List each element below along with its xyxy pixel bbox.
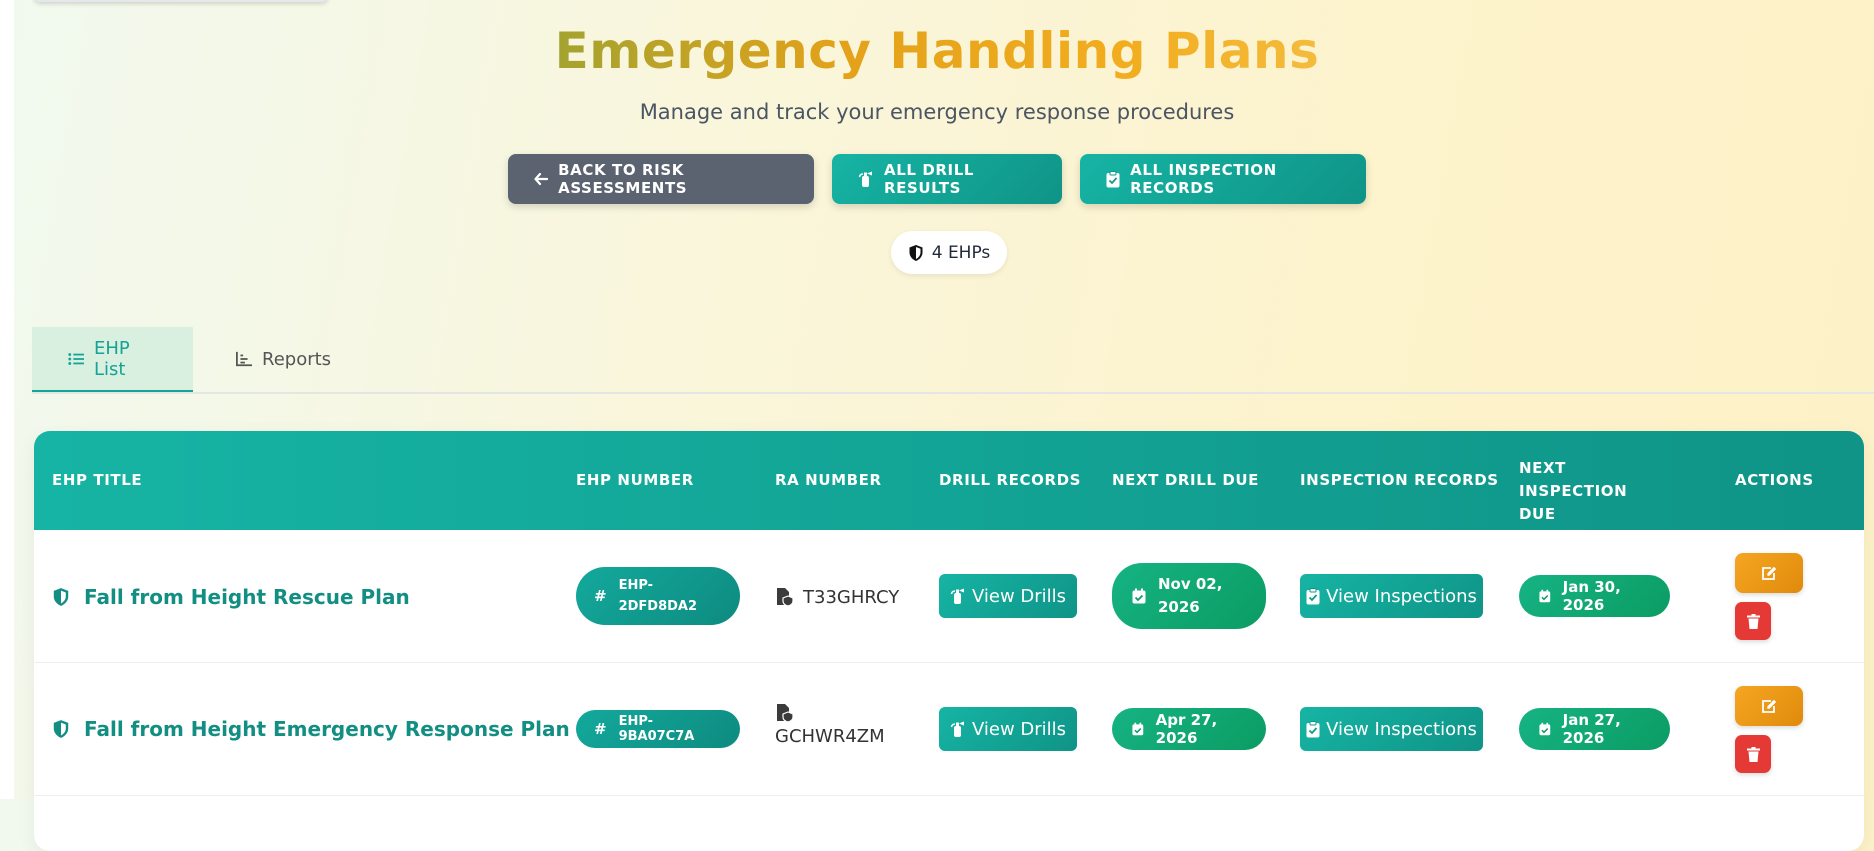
fire-extinguisher-icon (950, 588, 964, 604)
view-drills-label: View Drills (971, 585, 1067, 607)
ehp-count-text: 4 EHPs (931, 242, 991, 263)
edit-icon (1762, 699, 1777, 713)
column-header-ra-number[interactable]: RA NUMBER (775, 469, 882, 492)
edit-button[interactable] (1735, 553, 1803, 593)
delete-button[interactable] (1735, 735, 1771, 773)
drill-results-label: ALL DRILL RESULTS (884, 161, 975, 197)
view-drills-label: View Drills (971, 718, 1067, 740)
hash-icon: # (594, 720, 607, 738)
tab-reports-label: Reports (262, 348, 332, 370)
all-drill-results-button[interactable]: ALL DRILL RESULTS (832, 154, 1062, 204)
view-inspections-button[interactable]: View Inspections (1300, 574, 1483, 618)
calendar-check-icon (1132, 588, 1146, 604)
next-drill-due-badge: Apr 27, 2026 (1112, 708, 1266, 750)
column-header-next-drill-due[interactable]: NEXT DRILL DUE (1112, 469, 1259, 492)
next-drill-due-text: Nov 02, 2026 (1158, 575, 1223, 616)
list-icon (68, 351, 84, 367)
table-row: Fall from Height Emergency Response Plan… (34, 663, 1864, 796)
clipboard-check-icon (1306, 720, 1320, 737)
tab-ehp-list[interactable]: EHP List (32, 327, 193, 393)
hash-icon: # (594, 587, 607, 605)
trash-icon (1746, 746, 1760, 762)
ra-number-cell: T33GHRCY (775, 584, 899, 610)
ra-number-text: GCHWR4ZM (775, 726, 885, 747)
fire-extinguisher-icon (950, 721, 964, 737)
table-header: EHP TITLE EHP NUMBER RA NUMBER DRILL REC… (34, 431, 1864, 530)
view-tabs: EHP List Reports (32, 327, 1874, 393)
column-header-next-inspection-due[interactable]: NEXT INSPECTION DUE (1519, 457, 1669, 526)
ehp-title-text: Fall from Height Emergency Response Plan (84, 717, 570, 741)
file-shield-icon (777, 588, 794, 607)
column-header-drill-records[interactable]: DRILL RECORDS (939, 469, 1081, 492)
column-header-ehp-title[interactable]: EHP TITLE (52, 469, 142, 492)
ra-number-cell: GCHWR4ZM (775, 703, 885, 747)
next-drill-due-text: Apr 27, 2026 (1155, 711, 1218, 747)
shield-icon (53, 720, 69, 738)
clipboard-check-icon (1306, 587, 1320, 604)
table-row: Fall from Height Rescue Plan # EHP-2DFD8… (34, 530, 1864, 663)
page-subtitle: Manage and track your emergency response… (639, 100, 1235, 124)
view-drills-button[interactable]: View Drills (939, 707, 1077, 751)
ehp-title-cell[interactable]: Fall from Height Rescue Plan (52, 584, 410, 610)
column-header-ehp-number[interactable]: EHP NUMBER (576, 469, 694, 492)
next-inspection-due-text: Jan 27, 2026 (1562, 711, 1621, 747)
next-inspection-due-text: Jan 30, 2026 (1562, 578, 1621, 614)
column-header-actions: ACTIONS (1735, 471, 1814, 489)
calendar-check-icon (1132, 722, 1144, 736)
tabs-divider (32, 392, 1874, 394)
top-scroll-tab (34, 0, 328, 2)
bar-chart-icon (236, 351, 252, 367)
next-inspection-due-badge: Jan 27, 2026 (1519, 708, 1670, 750)
all-inspection-records-button[interactable]: ALL INSPECTION RECORDS (1080, 154, 1366, 204)
ehp-title-cell[interactable]: Fall from Height Emergency Response Plan (52, 716, 570, 742)
inspection-records-label: ALL INSPECTION RECORDS (1130, 161, 1277, 197)
shield-icon (53, 588, 69, 606)
fire-extinguisher-icon (858, 171, 874, 187)
calendar-check-icon (1539, 722, 1551, 736)
view-inspections-button[interactable]: View Inspections (1300, 707, 1483, 751)
shield-icon (908, 244, 924, 261)
arrow-left-icon (534, 171, 549, 187)
calendar-check-icon (1539, 589, 1551, 603)
back-button-label: BACK TO RISK ASSESSMENTS (558, 161, 688, 197)
view-inspections-label: View Inspections (1326, 585, 1477, 607)
ehp-number-badge: # EHP-2DFD8DA2 (576, 567, 740, 625)
next-inspection-due-badge: Jan 30, 2026 (1519, 575, 1670, 617)
header-button-row: BACK TO RISK ASSESSMENTS ALL DRILL RESUL… (0, 154, 1874, 204)
page-title: Emergency Handling Plans (0, 22, 1874, 80)
delete-button[interactable] (1735, 602, 1771, 640)
view-inspections-label: View Inspections (1326, 718, 1477, 740)
view-drills-button[interactable]: View Drills (939, 574, 1077, 618)
clipboard-check-icon (1106, 170, 1120, 187)
file-shield-icon (777, 704, 794, 723)
ehp-count-badge: 4 EHPs (891, 231, 1007, 274)
tab-reports[interactable]: Reports (200, 327, 360, 391)
ra-number-text: T33GHRCY (803, 586, 900, 608)
edit-button[interactable] (1735, 686, 1803, 726)
ehp-number-badge: # EHP-9BA07C7A (576, 710, 740, 748)
next-drill-due-badge: Nov 02, 2026 (1112, 563, 1266, 629)
ehp-number-text: EHP-9BA07C7A (618, 714, 695, 744)
edit-icon (1762, 566, 1777, 580)
ehp-number-text: EHP-2DFD8DA2 (618, 578, 698, 614)
column-header-inspection-records[interactable]: INSPECTION RECORDS (1300, 469, 1499, 492)
back-to-risk-assessments-button[interactable]: BACK TO RISK ASSESSMENTS (508, 154, 814, 204)
ehp-table: EHP TITLE EHP NUMBER RA NUMBER DRILL REC… (34, 431, 1864, 851)
ehp-title-text: Fall from Height Rescue Plan (84, 585, 410, 609)
trash-icon (1746, 613, 1760, 629)
tab-ehp-list-label: EHP List (94, 337, 130, 380)
